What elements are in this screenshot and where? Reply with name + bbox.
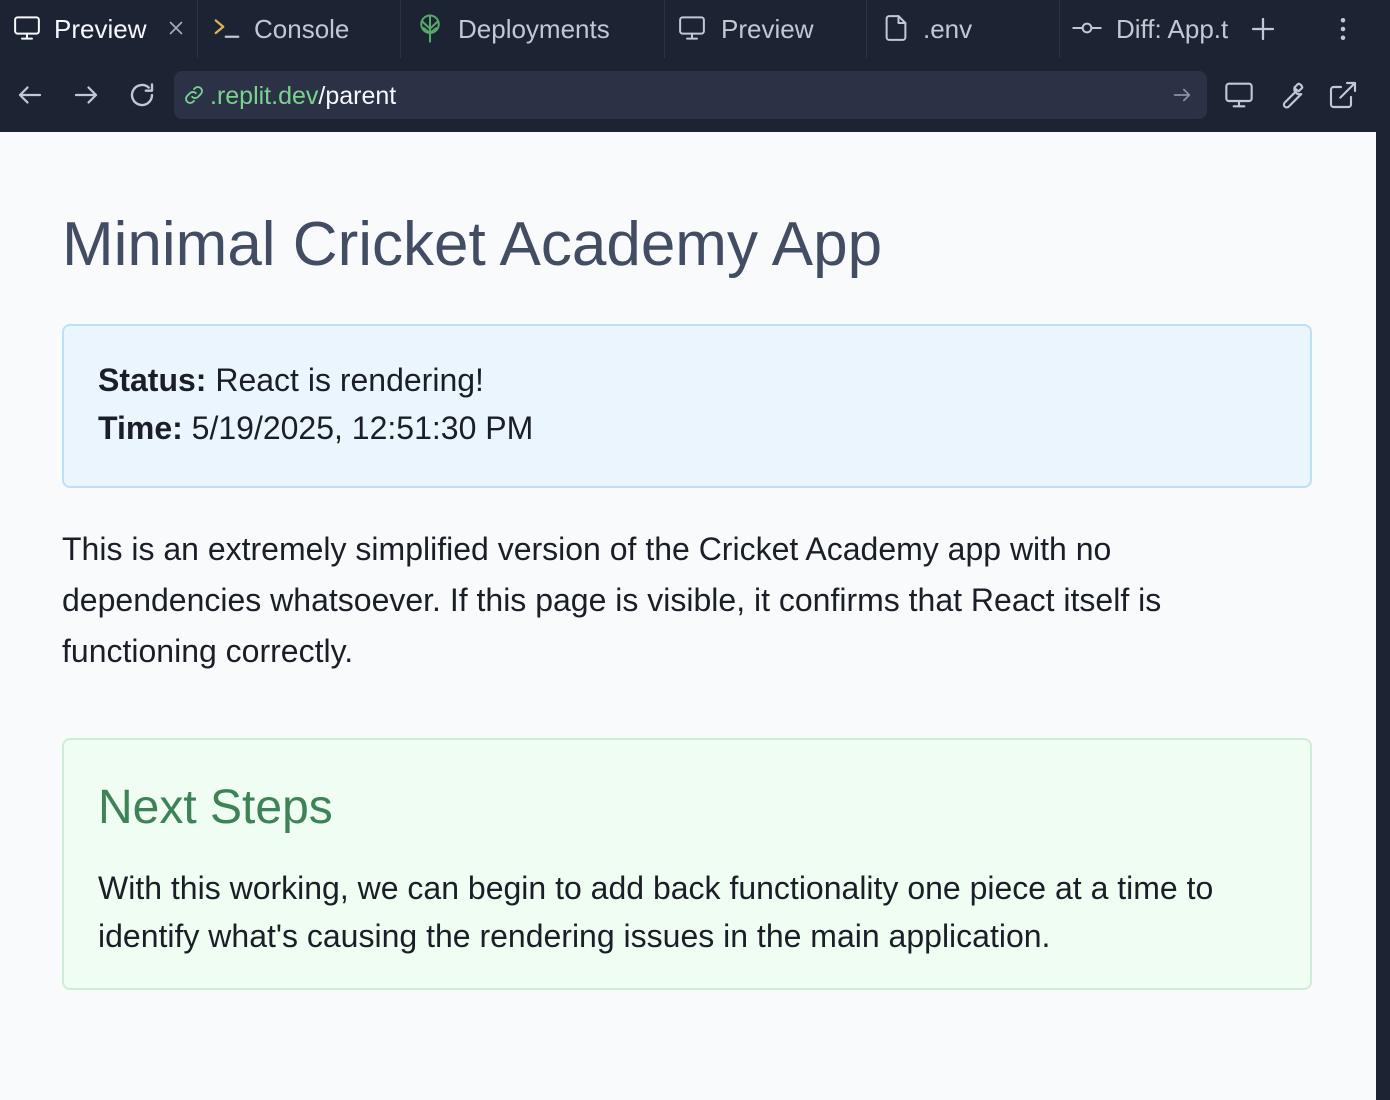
page-title: Minimal Cricket Academy App [62, 210, 883, 279]
status-panel: Status: React is rendering! Time: 5/19/2… [62, 324, 1312, 488]
tab-label: Console [254, 14, 350, 44]
monitor-icon [677, 13, 707, 43]
reload-icon[interactable] [127, 80, 157, 110]
tab-label: Deployments [458, 14, 610, 44]
tab-console[interactable]: Console [198, 0, 401, 58]
tab-bar: Preview Console Deployments Preview .env… [0, 0, 1390, 58]
status-value: React is rendering! [206, 362, 484, 398]
tab-preview-active[interactable]: Preview [0, 0, 198, 58]
tab-label: Diff: App.t [1116, 14, 1229, 44]
status-line: Status: React is rendering! [98, 362, 484, 399]
open-external-icon[interactable] [1327, 79, 1359, 111]
tab-preview[interactable]: Preview [665, 0, 867, 58]
scrollbar[interactable] [1376, 132, 1390, 1100]
status-label: Status: [98, 362, 207, 398]
monitor-icon [12, 13, 42, 43]
arrow-right-icon[interactable] [1171, 84, 1193, 106]
next-steps-panel: Next Steps With this working, we can beg… [62, 738, 1312, 990]
url-bar[interactable]: .replit.dev/parent [174, 71, 1207, 119]
link-icon [183, 84, 205, 106]
url-path: /parent [318, 82, 397, 110]
commit-icon [1072, 13, 1102, 43]
time-line: Time: 5/19/2025, 12:51:30 PM [98, 410, 533, 447]
time-label: Time: [98, 410, 183, 446]
deployments-icon [415, 13, 445, 43]
device-icon[interactable] [1223, 79, 1255, 111]
back-arrow-icon[interactable] [15, 80, 45, 110]
plus-icon[interactable] [1248, 14, 1278, 44]
forward-arrow-icon[interactable] [71, 80, 101, 110]
close-tab-icon[interactable] [165, 17, 187, 39]
devtools-wrench-icon[interactable] [1275, 79, 1307, 111]
terminal-icon [212, 13, 242, 43]
time-value: 5/19/2025, 12:51:30 PM [182, 410, 534, 446]
tab-diff[interactable]: Diff: App.t [1060, 0, 1231, 58]
next-steps-text: With this working, we can begin to add b… [98, 870, 1214, 954]
tab-label: Preview [721, 14, 814, 44]
tab-label: Preview [54, 14, 147, 44]
preview-viewport: Minimal Cricket Academy App Status: Reac… [0, 132, 1376, 1100]
browser-toolbar: .replit.dev/parent [0, 59, 1376, 132]
url-host: .replit.dev [210, 82, 319, 110]
url-text[interactable]: .replit.dev/parent [210, 82, 396, 111]
intro-paragraph: This is an extremely simplified version … [62, 531, 1162, 669]
tab-env[interactable]: .env [867, 0, 1060, 58]
tab-deployments[interactable]: Deployments [401, 0, 665, 58]
next-steps-title: Next Steps [98, 781, 333, 834]
more-vertical-icon[interactable] [1328, 14, 1358, 44]
tab-label: .env [923, 14, 973, 44]
file-icon [881, 13, 911, 43]
